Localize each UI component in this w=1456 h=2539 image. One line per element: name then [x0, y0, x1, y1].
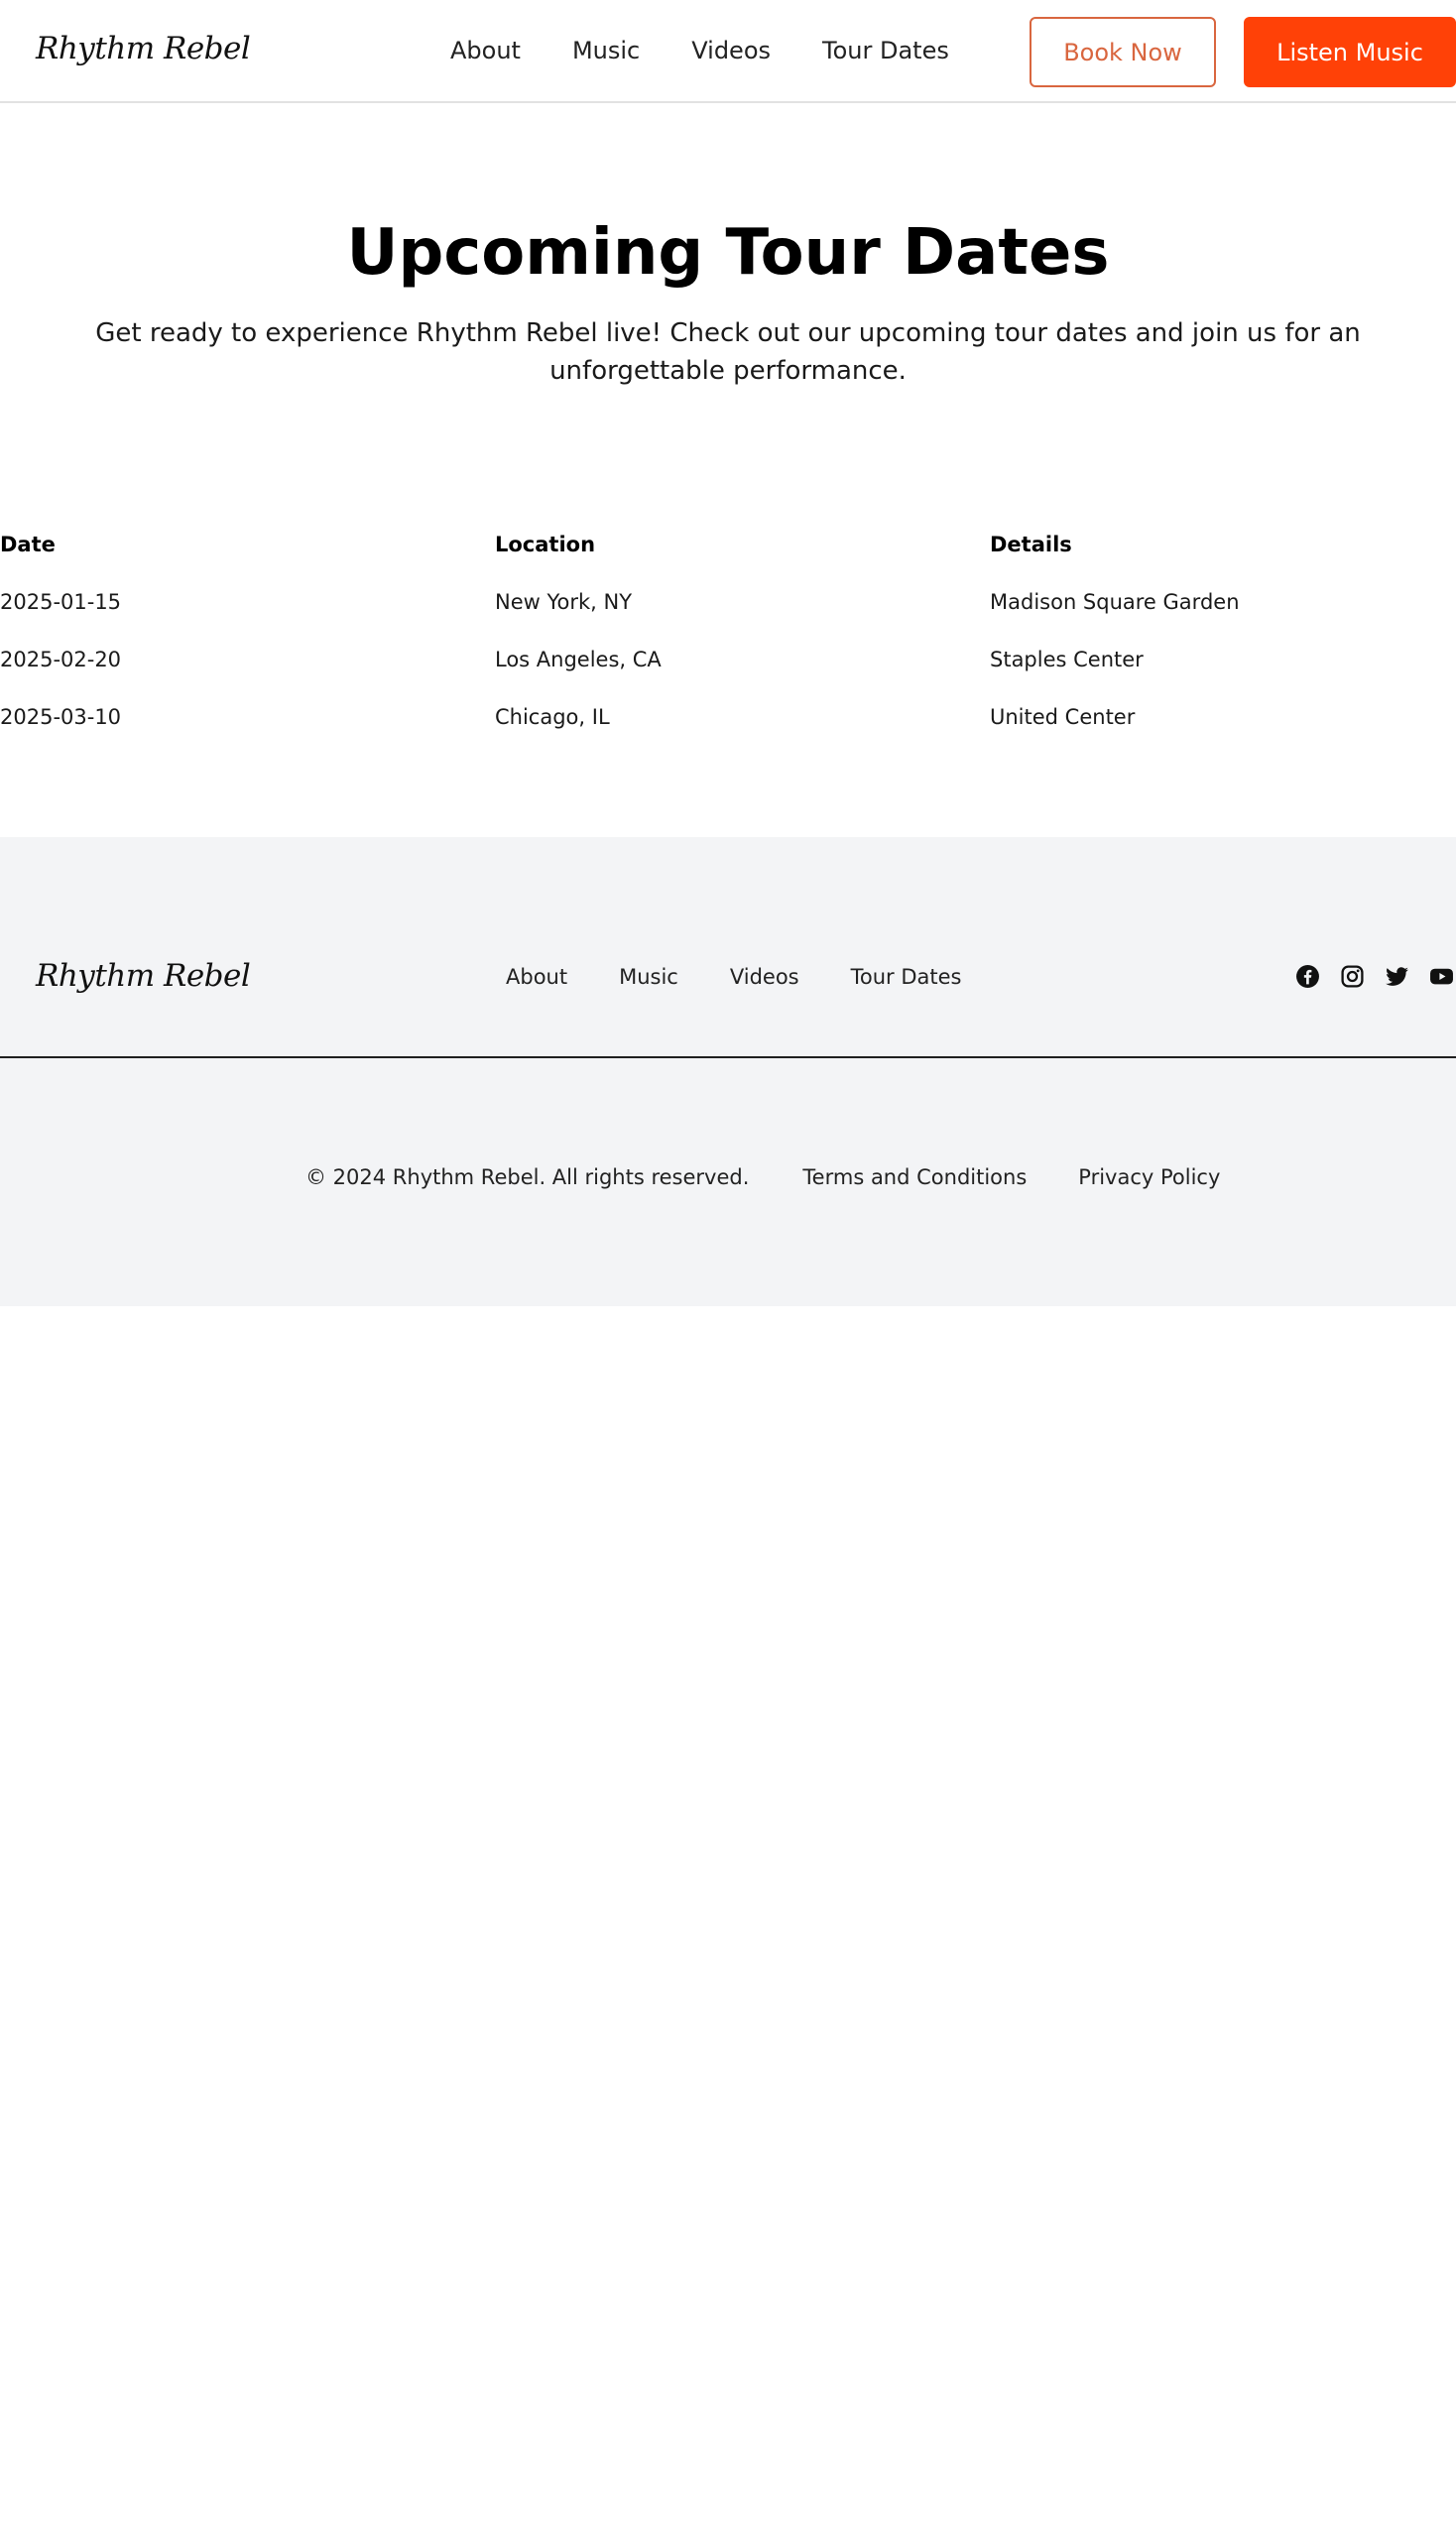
tour-details-cell: United Center	[990, 705, 1136, 729]
main-nav: About Music Videos Tour Dates	[450, 34, 949, 67]
tour-details-cell: Staples Center	[990, 648, 1144, 671]
footer-link-music[interactable]: Music	[619, 962, 678, 992]
twitter-icon[interactable]	[1385, 964, 1409, 989]
instagram-icon[interactable]	[1340, 964, 1365, 989]
nav-link-about[interactable]: About	[450, 34, 521, 67]
tour-location-cell: Los Angeles, CA	[495, 648, 662, 671]
header-logo[interactable]: Rhythm Rebel	[36, 31, 251, 66]
nav-link-music[interactable]: Music	[572, 34, 640, 67]
privacy-link[interactable]: Privacy Policy	[1078, 1162, 1220, 1192]
tour-location-cell: Chicago, IL	[495, 705, 610, 729]
footer-legal: © 2024 Rhythm Rebel. All rights reserved…	[305, 1162, 1220, 1192]
site-footer: Rhythm Rebel About Music Videos Tour Dat…	[0, 837, 1456, 1306]
table-row: 2025-02-20 Los Angeles, CA Staples Cente…	[0, 631, 1456, 688]
footer-link-videos[interactable]: Videos	[730, 962, 799, 992]
site-header: Rhythm Rebel About Music Videos Tour Dat…	[0, 0, 1456, 103]
table-header-row: Date Location Details	[0, 516, 1456, 573]
footer-nav: About Music Videos Tour Dates	[506, 962, 962, 992]
footer-link-about[interactable]: About	[506, 962, 567, 992]
table-row: 2025-03-10 Chicago, IL United Center	[0, 688, 1456, 746]
facebook-icon[interactable]	[1295, 964, 1320, 989]
footer-link-tour-dates[interactable]: Tour Dates	[851, 962, 962, 992]
copyright-text: © 2024 Rhythm Rebel. All rights reserved…	[305, 1165, 750, 1189]
nav-link-videos[interactable]: Videos	[691, 34, 771, 67]
listen-music-button[interactable]: Listen Music	[1244, 17, 1456, 87]
tour-date-cell: 2025-03-10	[0, 705, 122, 729]
nav-link-tour-dates[interactable]: Tour Dates	[822, 34, 949, 67]
tour-date-cell: 2025-01-15	[0, 590, 122, 614]
column-header-details: Details	[990, 533, 1072, 556]
terms-link[interactable]: Terms and Conditions	[802, 1162, 1027, 1192]
book-now-button[interactable]: Book Now	[1030, 17, 1216, 87]
tour-date-cell: 2025-02-20	[0, 648, 122, 671]
column-header-location: Location	[495, 533, 596, 556]
tour-dates-table: Date Location Details 2025-01-15 New Yor…	[0, 516, 1456, 746]
social-links	[1295, 964, 1454, 989]
tour-location-cell: New York, NY	[495, 590, 633, 614]
youtube-icon[interactable]	[1429, 964, 1454, 989]
page-subtitle: Get ready to experience Rhythm Rebel liv…	[95, 318, 1361, 386]
footer-divider	[0, 1056, 1456, 1058]
page-title: Upcoming Tour Dates	[346, 216, 1110, 290]
footer-logo[interactable]: Rhythm Rebel	[36, 958, 251, 994]
tour-details-cell: Madison Square Garden	[990, 590, 1240, 614]
column-header-date: Date	[0, 533, 56, 556]
table-row: 2025-01-15 New York, NY Madison Square G…	[0, 573, 1456, 631]
